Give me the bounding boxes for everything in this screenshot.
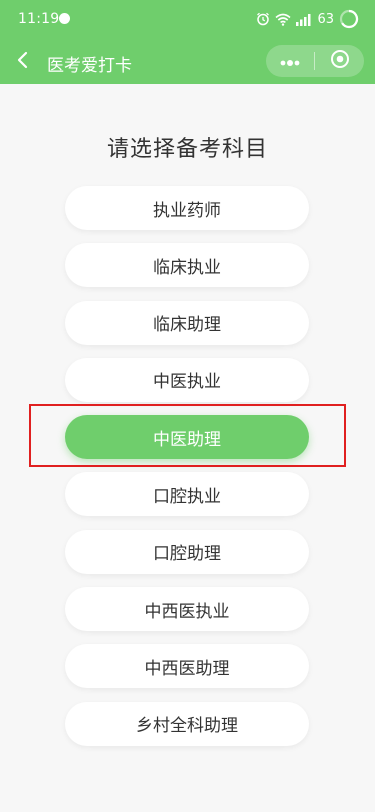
target-circle-icon	[330, 49, 350, 73]
signal-icon	[296, 13, 312, 26]
subject-button[interactable]: 中西医执业	[65, 587, 309, 632]
battery-level: 63	[317, 11, 334, 27]
subject-button[interactable]: 乡村全科助理	[65, 701, 309, 746]
subject-button[interactable]: 临床助理	[65, 300, 309, 345]
subject-button[interactable]: 临床执业	[65, 243, 309, 288]
wifi-icon	[275, 13, 291, 26]
subject-list: 执业药师 临床执业 临床助理 中医执业 中医助理 口腔执业 口腔助理 中西医执业…	[65, 186, 309, 759]
status-icons: 63	[256, 8, 359, 30]
page-title: 医考爱打卡	[47, 56, 132, 76]
back-button[interactable]	[8, 47, 38, 77]
subject-button[interactable]: 口腔助理	[65, 529, 309, 574]
chevron-left-icon	[16, 51, 30, 73]
alarm-icon	[256, 12, 270, 26]
notification-dot-icon	[59, 13, 70, 24]
page-heading: 请选择备考科目	[106, 137, 268, 162]
more-button[interactable]	[266, 45, 314, 77]
status-time: 11:19	[18, 11, 60, 27]
subject-button[interactable]: 中医执业	[65, 357, 309, 402]
capsule-menu	[266, 45, 364, 77]
close-miniprogram-button[interactable]	[315, 45, 364, 77]
status-bar: 11:19 63	[0, 0, 375, 40]
battery-ring-icon	[339, 9, 359, 29]
more-dots-icon	[279, 52, 301, 71]
subject-button[interactable]: 执业药师	[65, 186, 309, 230]
subject-button-selected[interactable]: 中医助理	[65, 415, 309, 460]
subject-button[interactable]: 口腔执业	[65, 472, 309, 517]
nav-bar: 医考爱打卡	[0, 40, 375, 84]
subject-button[interactable]: 中西医助理	[65, 644, 309, 689]
